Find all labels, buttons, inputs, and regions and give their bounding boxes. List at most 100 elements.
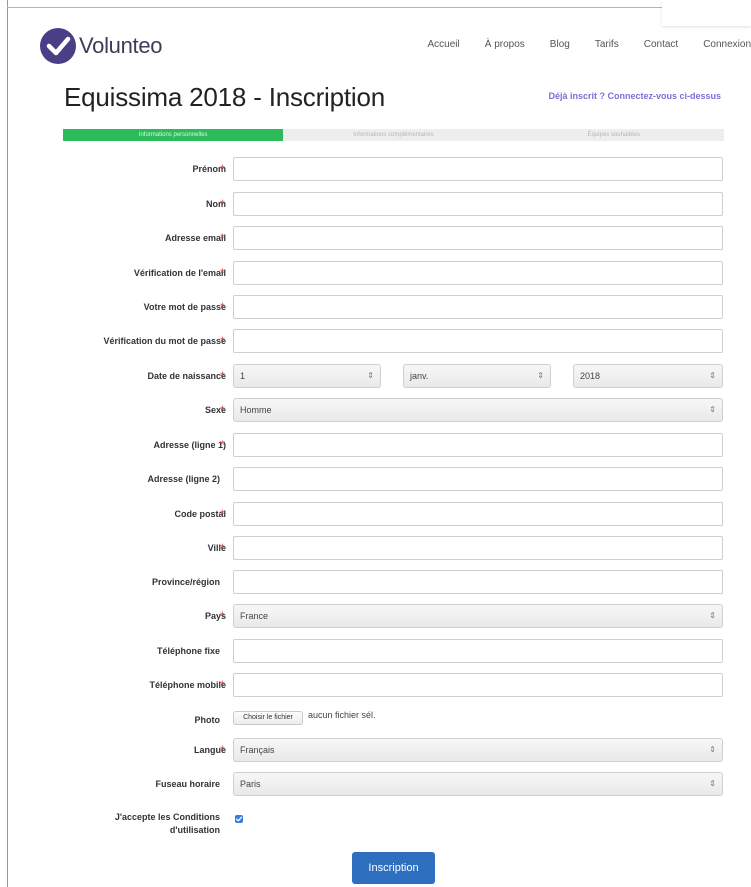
required-marker: * <box>220 334 225 348</box>
select-arrows-icon: ⇕ <box>537 371 544 380</box>
main-nav: Accueil À propos Blog Tarifs Contact Con… <box>403 39 751 50</box>
form-row-sexe: Sexe * Homme ⇕ <box>0 398 751 422</box>
required-marker: * <box>220 541 225 555</box>
required-marker: * <box>220 743 225 757</box>
birth-month-value: janv. <box>410 371 429 381</box>
progress-steps: Informations personnelles Informations c… <box>63 129 724 141</box>
password-label: Votre mot de passe <box>143 302 226 312</box>
tel-mobile-input[interactable] <box>233 673 723 697</box>
langue-select[interactable]: Français ⇕ <box>233 738 723 762</box>
form-row-prenom: Prénom * <box>0 157 751 181</box>
cgu-label-line1: J'accepte les Conditions <box>114 812 220 822</box>
required-marker: * <box>220 609 225 623</box>
form-row-postal: Code postal * <box>0 502 751 526</box>
langue-value: Français <box>240 745 275 755</box>
pays-value: France <box>240 611 269 621</box>
step-informations-personnelles[interactable]: Informations personnelles <box>63 129 284 141</box>
birth-year-select[interactable]: 2018 ⇕ <box>573 364 723 388</box>
birth-day-value: 1 <box>240 371 246 381</box>
address1-label: Adresse (ligne 1) <box>153 440 226 450</box>
nav-link-accueil[interactable]: Accueil <box>428 39 460 50</box>
password-check-input[interactable] <box>233 329 723 353</box>
required-marker: * <box>220 369 225 383</box>
sexe-value: Homme <box>240 405 272 415</box>
cgu-checkbox[interactable] <box>235 815 243 823</box>
select-arrows-icon: ⇕ <box>367 371 374 380</box>
province-input[interactable] <box>233 570 723 594</box>
birthdate-label: Date de naissance <box>147 371 226 381</box>
select-arrows-icon: ⇕ <box>709 371 716 380</box>
fuseau-label: Fuseau horaire <box>155 779 220 789</box>
required-marker: * <box>220 438 225 452</box>
nav-link-contact[interactable]: Contact <box>644 39 678 50</box>
submit-button[interactable]: Inscription <box>352 852 435 884</box>
form-row-address1: Adresse (ligne 1) * <box>0 433 751 457</box>
tel-fixe-label: Téléphone fixe <box>156 646 220 656</box>
required-marker: * <box>220 162 225 176</box>
photo-label: Photo <box>194 715 221 725</box>
email-check-label: Vérification de l'email <box>133 268 226 278</box>
form-row-fuseau: Fuseau horaire Paris ⇕ <box>0 772 751 796</box>
form-row-birthdate: Date de naissance * 1 ⇕ janv. ⇕ 2018 ⇕ <box>0 364 751 388</box>
form-row-tel-fixe: Téléphone fixe <box>0 639 751 663</box>
choose-file-button[interactable]: Choisir le fichier <box>233 711 303 725</box>
nom-input[interactable] <box>233 192 723 216</box>
select-arrows-icon: ⇕ <box>709 611 716 620</box>
check-icon <box>235 816 243 822</box>
postal-input[interactable] <box>233 502 723 526</box>
birth-day-select[interactable]: 1 ⇕ <box>233 364 381 388</box>
address2-input[interactable] <box>233 467 723 491</box>
province-label: Province/région <box>151 577 220 587</box>
nav-link-tarifs[interactable]: Tarifs <box>595 39 619 50</box>
brand-name: Volunteo <box>79 33 163 58</box>
browser-overlay <box>662 0 751 26</box>
cgu-label-line2: d'utilisation <box>169 825 220 835</box>
sexe-select[interactable]: Homme ⇕ <box>233 398 723 422</box>
cgu-label: J'accepte les Conditions d'utilisation <box>115 811 220 837</box>
prenom-input[interactable] <box>233 157 723 181</box>
form-row-photo: Photo Choisir le fichier aucun fichier s… <box>0 708 751 732</box>
nav-link-a-propos[interactable]: À propos <box>485 39 525 50</box>
form-row-ville: Ville * <box>0 536 751 560</box>
window-border-top <box>7 7 751 8</box>
email-input[interactable] <box>233 226 723 250</box>
tel-fixe-input[interactable] <box>233 639 723 663</box>
password-input[interactable] <box>233 295 723 319</box>
password-check-label: Vérification du mot de passe <box>103 336 226 346</box>
pays-select[interactable]: France ⇕ <box>233 604 723 628</box>
email-label: Adresse email <box>164 233 226 243</box>
step-informations-complementaires[interactable]: Informations complémentaires <box>283 129 503 141</box>
fuseau-select[interactable]: Paris ⇕ <box>233 772 723 796</box>
email-check-input[interactable] <box>233 261 723 285</box>
required-marker: * <box>220 507 225 521</box>
form-row-cgu: J'accepte les Conditions d'utilisation <box>0 811 751 841</box>
fuseau-value: Paris <box>240 779 261 789</box>
form-row-langue: Langue * Français ⇕ <box>0 738 751 762</box>
form-row-email-check: Vérification de l'email * <box>0 261 751 285</box>
nav-link-connexion[interactable]: Connexion <box>703 39 751 50</box>
tel-mobile-label: Téléphone mobile <box>149 680 226 690</box>
birth-year-value: 2018 <box>580 371 601 381</box>
required-marker: * <box>220 197 225 211</box>
select-arrows-icon: ⇕ <box>709 405 716 414</box>
logo[interactable]: Volunteo <box>40 28 163 64</box>
file-status: aucun fichier sél. <box>308 710 376 720</box>
birth-month-select[interactable]: janv. ⇕ <box>403 364 551 388</box>
postal-label: Code postal <box>174 509 226 519</box>
nav-link-blog[interactable]: Blog <box>550 39 570 50</box>
login-link[interactable]: Déjà inscrit ? Connectez-vous ci-dessus <box>548 91 721 101</box>
required-marker: * <box>220 300 225 314</box>
site-header: Volunteo Accueil À propos Blog Tarifs Co… <box>40 28 751 64</box>
ville-input[interactable] <box>233 536 723 560</box>
select-arrows-icon: ⇕ <box>709 779 716 788</box>
address2-label: Adresse (ligne 2) <box>147 474 220 484</box>
step-equipes-souhaitees[interactable]: Équipes souhaitées <box>504 129 724 141</box>
form-row-password: Votre mot de passe * <box>0 295 751 319</box>
required-marker: * <box>220 231 225 245</box>
form-row-password-check: Vérification du mot de passe * <box>0 329 751 353</box>
select-arrows-icon: ⇕ <box>709 745 716 754</box>
form-row-nom: Nom * <box>0 192 751 216</box>
form-row-pays: Pays * France ⇕ <box>0 604 751 628</box>
required-marker: * <box>220 403 225 417</box>
address1-input[interactable] <box>233 433 723 457</box>
